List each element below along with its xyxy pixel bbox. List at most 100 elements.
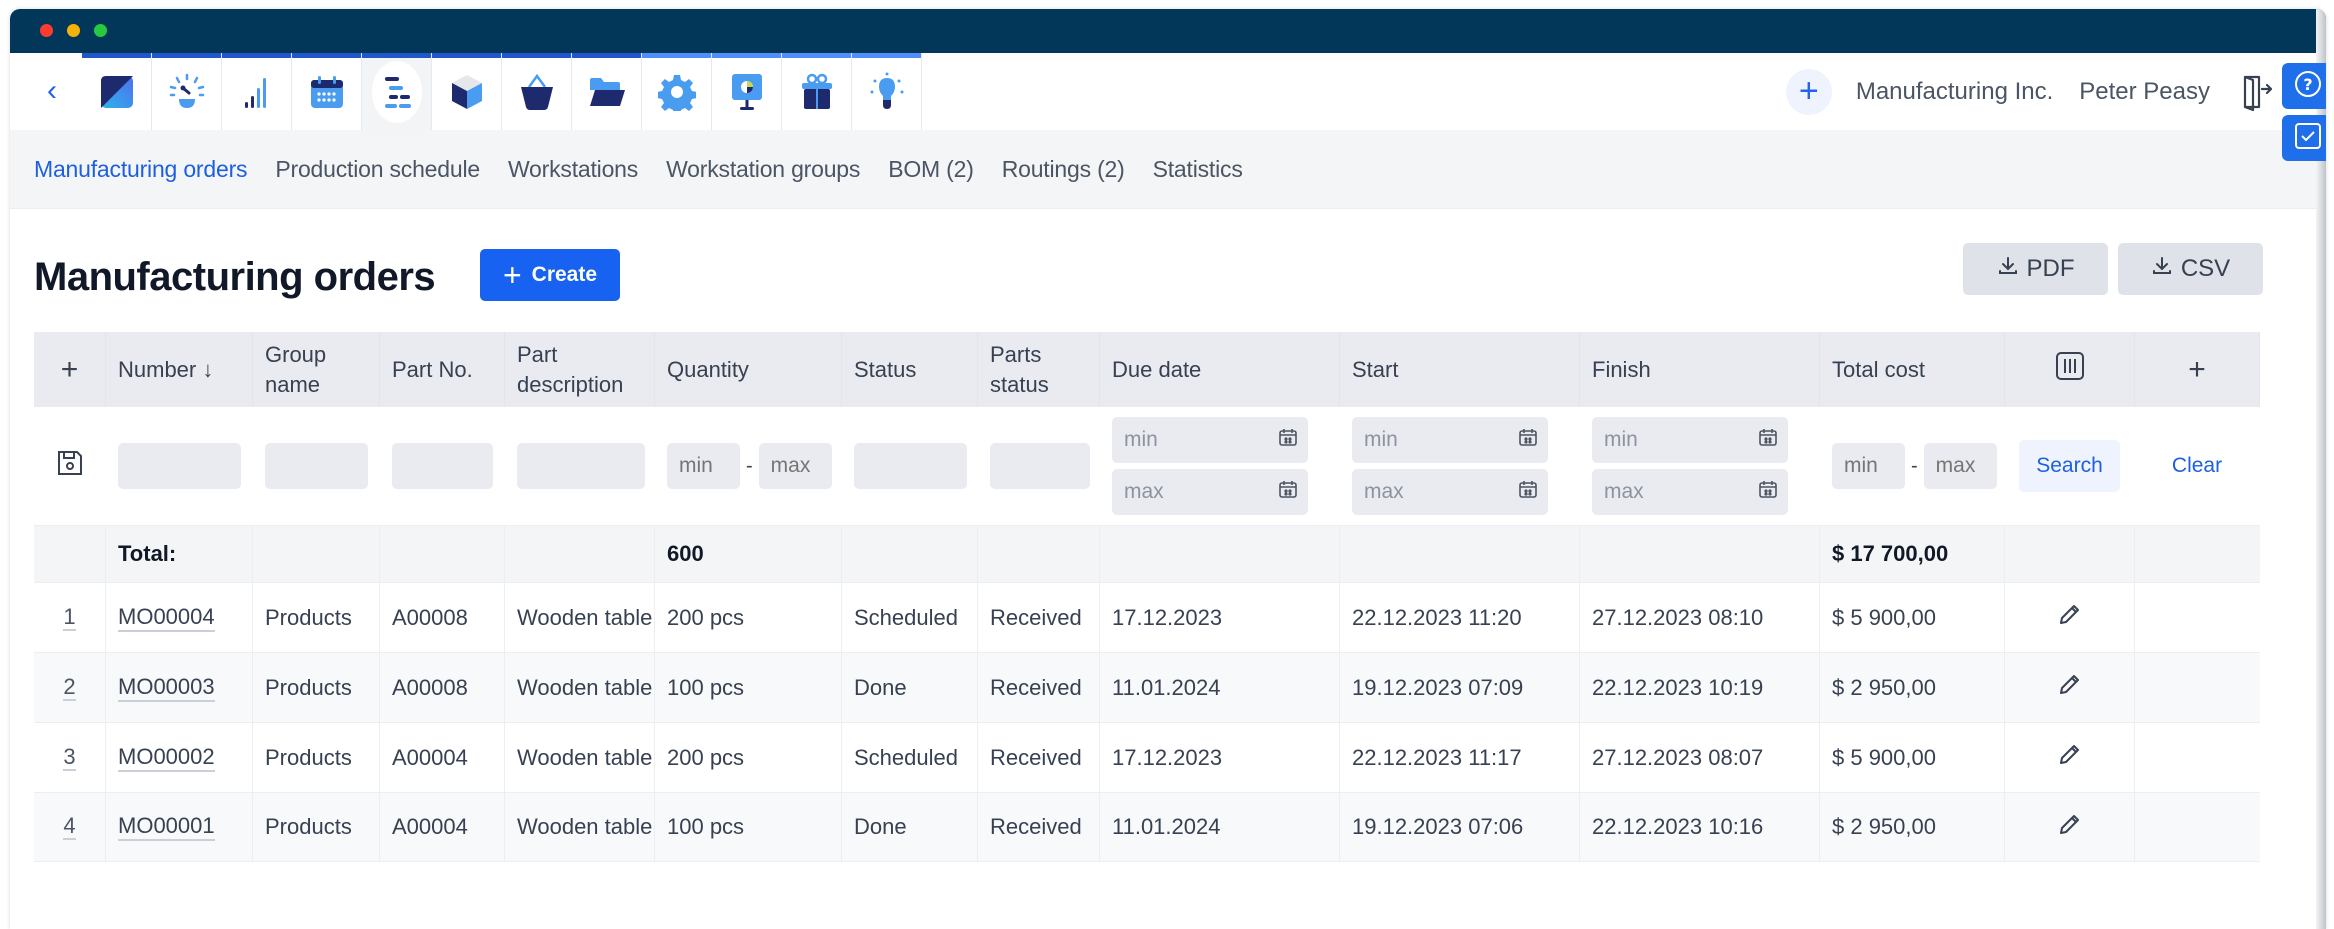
filter-status[interactable] xyxy=(854,443,967,489)
start-time: 19.12.2023 07:06 xyxy=(1340,793,1580,861)
placeholder-text: max xyxy=(1604,480,1644,503)
add-column-button[interactable]: + xyxy=(2135,332,2260,407)
quick-add-button[interactable]: + xyxy=(1785,68,1832,115)
app-statistics[interactable] xyxy=(222,53,292,130)
table-row[interactable]: 4 MO00001 Products A00004 Wooden table 1… xyxy=(34,792,2260,862)
app-settings[interactable] xyxy=(642,53,712,130)
header-start[interactable]: Start xyxy=(1340,332,1580,407)
bar-signal-icon xyxy=(235,70,279,114)
save-filter-button[interactable] xyxy=(34,407,106,525)
header-part-no[interactable]: Part No. xyxy=(380,332,505,407)
app-inventory[interactable] xyxy=(432,53,502,130)
total-cost: $ 5 900,00 xyxy=(1820,583,2005,652)
header-total-cost[interactable]: Total cost xyxy=(1820,332,2005,407)
order-number-link[interactable]: MO00002 xyxy=(118,744,215,772)
filter-parts-status[interactable] xyxy=(990,443,1090,489)
calendar-icon[interactable] xyxy=(1758,479,1778,505)
total-cost: $ 2 950,00 xyxy=(1820,653,2005,722)
header-parts-status[interactable]: Parts status xyxy=(978,332,1100,407)
page-header: Manufacturing orders + Create PDF CSV xyxy=(34,243,2326,309)
clear-button[interactable]: Clear xyxy=(2172,454,2222,478)
filter-cost-max[interactable] xyxy=(1923,443,1997,489)
add-row-button[interactable]: + xyxy=(34,332,106,407)
tab-routings[interactable]: Routings (2) xyxy=(1002,156,1125,183)
filter-start-max[interactable]: max xyxy=(1352,469,1548,515)
calendar-icon[interactable] xyxy=(1278,479,1298,505)
order-number-link[interactable]: MO00003 xyxy=(118,674,215,702)
pencil-icon[interactable] xyxy=(2057,811,2083,844)
export-csv-button[interactable]: CSV xyxy=(2118,243,2263,295)
tab-production-schedule[interactable]: Production schedule xyxy=(275,156,480,183)
pdf-label: PDF xyxy=(2026,255,2075,282)
filter-part-no[interactable] xyxy=(392,443,493,489)
create-button[interactable]: + Create xyxy=(480,249,620,301)
due-date: 17.12.2023 xyxy=(1100,723,1340,792)
tab-workstations[interactable]: Workstations xyxy=(508,156,638,183)
pencil-icon[interactable] xyxy=(2057,671,2083,704)
app-calendar[interactable] xyxy=(292,53,362,130)
totals-cost: $ 17 700,00 xyxy=(1820,526,2005,582)
header-due-date[interactable]: Due date xyxy=(1100,332,1340,407)
help-button[interactable]: ? xyxy=(2282,63,2326,109)
filter-quantity-max[interactable] xyxy=(758,443,832,489)
calendar-icon[interactable] xyxy=(1518,479,1538,505)
header-status[interactable]: Status xyxy=(842,332,978,407)
group-name: Products xyxy=(253,653,380,722)
tasks-button[interactable] xyxy=(2282,115,2326,161)
filter-quantity-min[interactable] xyxy=(667,443,740,489)
app-ideas[interactable] xyxy=(852,53,922,130)
calendar-icon[interactable] xyxy=(1758,427,1778,453)
app-dashboard[interactable] xyxy=(82,53,152,130)
tab-manufacturing-orders[interactable]: Manufacturing orders xyxy=(34,156,248,183)
create-label: Create xyxy=(531,263,598,286)
search-button[interactable]: Search xyxy=(2019,440,2120,492)
table-row[interactable]: 3 MO00002 Products A00004 Wooden table 2… xyxy=(34,722,2260,792)
logout-door-icon[interactable] xyxy=(2236,72,2276,112)
tab-workstation-groups[interactable]: Workstation groups xyxy=(666,156,860,183)
calendar-icon[interactable] xyxy=(1278,427,1298,453)
part-no: A00004 xyxy=(380,793,505,861)
user-name[interactable]: Peter Peasy xyxy=(2079,78,2210,106)
total-cost: $ 5 900,00 xyxy=(1820,723,2005,792)
total-cost: $ 2 950,00 xyxy=(1820,793,2005,861)
company-name[interactable]: Manufacturing Inc. xyxy=(1856,78,2053,106)
filter-finish-max[interactable]: max xyxy=(1592,469,1788,515)
chevron-left-icon[interactable]: ‹ xyxy=(32,73,72,113)
maximize-window-button[interactable] xyxy=(94,24,107,37)
export-pdf-button[interactable]: PDF xyxy=(1963,243,2108,295)
filter-cost-min[interactable] xyxy=(1832,443,1905,489)
app-manufacturing[interactable] xyxy=(362,53,432,130)
placeholder-text: max xyxy=(1364,480,1404,503)
filter-number[interactable] xyxy=(118,443,241,489)
app-documents[interactable] xyxy=(572,53,642,130)
filter-due-date-max[interactable]: max xyxy=(1112,469,1308,515)
app-gauge[interactable] xyxy=(152,53,222,130)
table-row[interactable]: 2 MO00003 Products A00008 Wooden table 1… xyxy=(34,652,2260,722)
filter-group-name[interactable] xyxy=(265,443,368,489)
placeholder-text: min xyxy=(1364,428,1398,451)
header-number[interactable]: Number ↓ xyxy=(106,332,253,407)
side-toolbar: ? xyxy=(2282,63,2326,161)
header-quantity[interactable]: Quantity xyxy=(655,332,842,407)
order-number-link[interactable]: MO00001 xyxy=(118,813,215,841)
filter-due-date-min[interactable]: min xyxy=(1112,417,1308,463)
header-group-name[interactable]: Group name xyxy=(253,332,380,407)
app-reports[interactable] xyxy=(712,53,782,130)
app-sales[interactable] xyxy=(502,53,572,130)
filter-part-description[interactable] xyxy=(517,443,645,489)
header-part-description[interactable]: Part description xyxy=(505,332,655,407)
close-window-button[interactable] xyxy=(40,24,53,37)
tab-statistics[interactable]: Statistics xyxy=(1153,156,1243,183)
order-number-link[interactable]: MO00004 xyxy=(118,604,215,632)
tab-bom[interactable]: BOM (2) xyxy=(888,156,974,183)
filter-start-min[interactable]: min xyxy=(1352,417,1548,463)
column-settings-button[interactable] xyxy=(2005,332,2135,407)
calendar-icon[interactable] xyxy=(1518,427,1538,453)
pencil-icon[interactable] xyxy=(2057,601,2083,634)
app-gifts[interactable] xyxy=(782,53,852,130)
pencil-icon[interactable] xyxy=(2057,741,2083,774)
minimize-window-button[interactable] xyxy=(67,24,80,37)
filter-finish-min[interactable]: min xyxy=(1592,417,1788,463)
table-row[interactable]: 1 MO00004 Products A00008 Wooden table 2… xyxy=(34,582,2260,652)
header-finish[interactable]: Finish xyxy=(1580,332,1820,407)
